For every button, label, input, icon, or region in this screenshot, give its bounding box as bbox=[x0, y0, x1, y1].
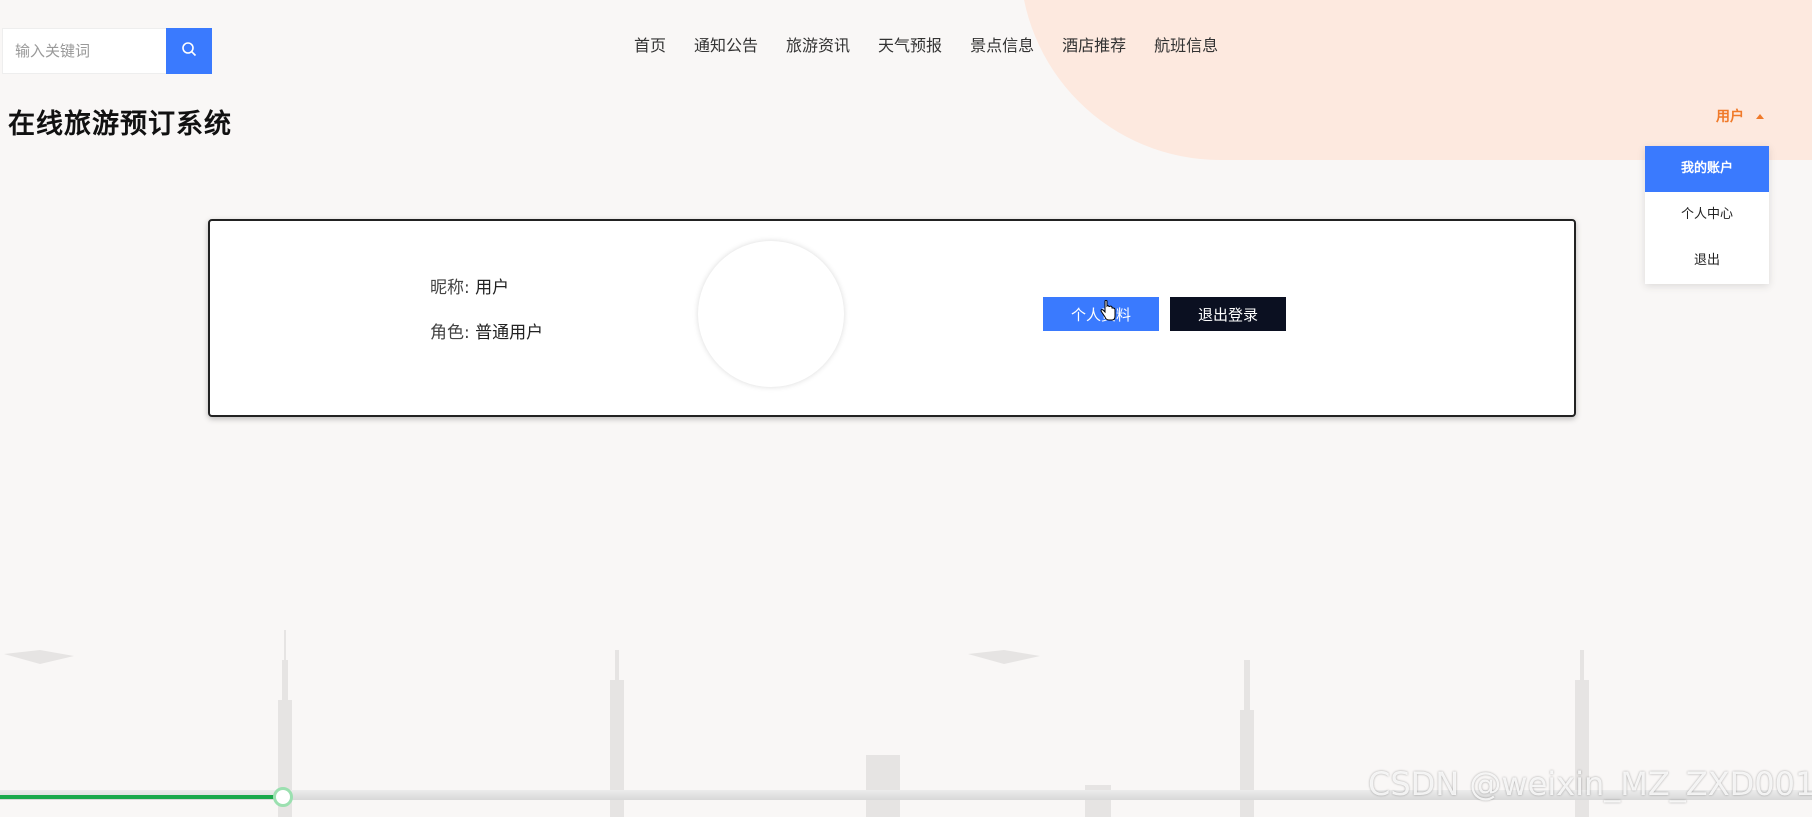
search-input[interactable] bbox=[2, 28, 166, 74]
page: 首页 通知公告 旅游资讯 天气预报 景点信息 酒店推荐 航班信息 在线旅游预订系… bbox=[0, 0, 1812, 817]
video-progress-fill bbox=[0, 795, 283, 799]
main-nav: 首页 通知公告 旅游资讯 天气预报 景点信息 酒店推荐 航班信息 bbox=[620, 34, 1232, 58]
dropdown-item-personal-center[interactable]: 个人中心 bbox=[1645, 192, 1769, 238]
profile-card: 昵称: 用户 角色: 普通用户 个人资料 退出登录 bbox=[208, 219, 1576, 417]
role-row: 角色: 普通用户 bbox=[430, 318, 543, 343]
watermark: CSDN @weixin_MZ_ZXD001 bbox=[1368, 765, 1812, 803]
hand-cursor-icon bbox=[1100, 299, 1116, 326]
nav-item-home[interactable]: 首页 bbox=[620, 34, 680, 58]
logout-button[interactable]: 退出登录 bbox=[1170, 297, 1286, 331]
nickname-row: 昵称: 用户 bbox=[430, 273, 509, 298]
caret-up-icon bbox=[1756, 113, 1764, 119]
nav-item-attractions[interactable]: 景点信息 bbox=[956, 34, 1048, 58]
video-progress-handle[interactable] bbox=[273, 787, 293, 807]
role-value: 普通用户 bbox=[475, 323, 544, 343]
nickname-value: 用户 bbox=[475, 278, 510, 298]
user-menu-toggle[interactable]: 用户 bbox=[1716, 106, 1764, 126]
nav-item-travel-news[interactable]: 旅游资讯 bbox=[772, 34, 864, 58]
search-icon bbox=[181, 41, 197, 61]
role-label: 角色: bbox=[430, 323, 476, 343]
user-menu-label: 用户 bbox=[1716, 109, 1744, 125]
site-title: 在线旅游预订系统 bbox=[8, 109, 232, 140]
dropdown-item-my-account[interactable]: 我的账户 bbox=[1645, 146, 1769, 192]
search-box bbox=[2, 28, 212, 74]
nav-item-weather[interactable]: 天气预报 bbox=[864, 34, 956, 58]
nav-item-hotels[interactable]: 酒店推荐 bbox=[1048, 34, 1140, 58]
nav-item-announcements[interactable]: 通知公告 bbox=[680, 34, 772, 58]
decorative-background-shape bbox=[1020, 0, 1812, 160]
search-button[interactable] bbox=[166, 28, 212, 74]
avatar bbox=[698, 241, 844, 387]
dropdown-item-logout[interactable]: 退出 bbox=[1645, 238, 1769, 284]
user-dropdown: 我的账户 个人中心 退出 bbox=[1645, 146, 1769, 284]
nav-item-flights[interactable]: 航班信息 bbox=[1140, 34, 1232, 58]
nickname-label: 昵称: bbox=[430, 278, 476, 298]
